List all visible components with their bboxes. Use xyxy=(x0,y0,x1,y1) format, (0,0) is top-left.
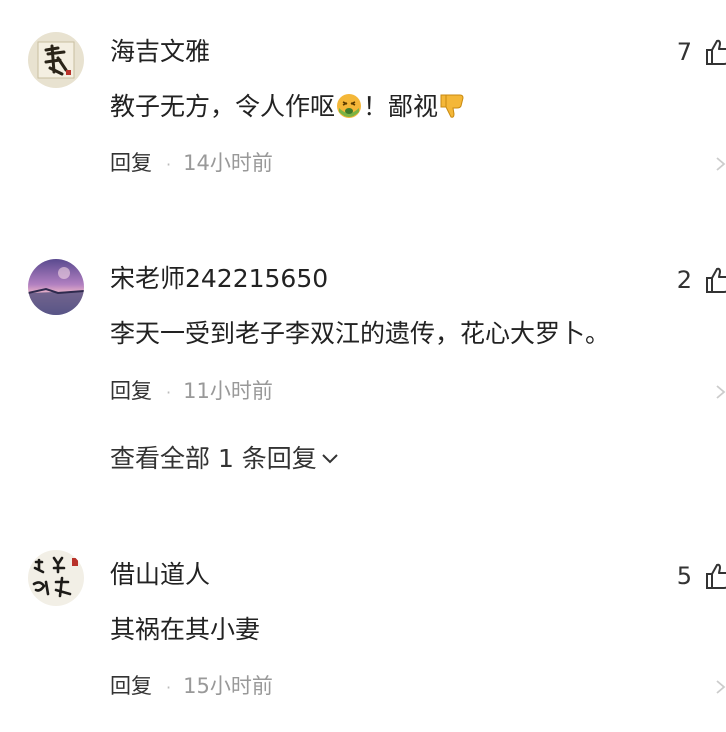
thumbs-up-icon[interactable] xyxy=(704,266,726,294)
comment-text: 李天一受到老子李双江的遗传，花心大罗卜。 xyxy=(110,319,611,348)
chevron-right-icon[interactable] xyxy=(716,382,726,402)
reply-button[interactable]: 回复 xyxy=(110,151,152,175)
like-count: 2 xyxy=(676,266,692,294)
avatar[interactable] xyxy=(28,32,84,88)
username[interactable]: 借山道人 xyxy=(110,560,210,590)
separator-dot: · xyxy=(166,155,172,174)
view-all-replies-label: 查看全部 1 条回复 xyxy=(110,444,317,473)
username[interactable]: 海吉文雅 xyxy=(110,37,210,67)
thumbs-up-icon[interactable] xyxy=(704,38,726,66)
thumbs-up-icon[interactable] xyxy=(704,562,726,590)
avatar[interactable] xyxy=(28,259,84,315)
reply-button[interactable]: 回复 xyxy=(110,379,152,403)
comment-text-part1: 教子无方，令人作呕 xyxy=(110,92,336,121)
username[interactable]: 宋老师242215650 xyxy=(110,264,328,294)
chevron-down-icon xyxy=(322,454,338,464)
timestamp: 14小时前 xyxy=(183,151,273,175)
comment-text-part2: ！鄙视 xyxy=(363,92,439,121)
like-count: 5 xyxy=(676,562,692,590)
comment-item: 海吉文雅 7 教子无方，令人作呕 ！鄙视 回复 · 14小时前 xyxy=(0,0,726,200)
comment-text: 其祸在其小妻 xyxy=(110,615,261,644)
comment-meta: 回复 · 15小时前 xyxy=(110,673,273,701)
comment-meta: 回复 · 11小时前 xyxy=(110,378,273,406)
comment-item: 宋老师242215650 2 李天一受到老子李双江的遗传，花心大罗卜。 回复 · 1… xyxy=(0,228,726,508)
comment-list: 海吉文雅 7 教子无方，令人作呕 ！鄙视 回复 · 14小时前 宋老师24221… xyxy=(0,0,726,732)
avatar[interactable] xyxy=(28,550,84,606)
comment-meta: 回复 · 14小时前 xyxy=(110,150,273,178)
separator-dot: · xyxy=(166,678,172,697)
like-count: 7 xyxy=(676,38,692,66)
comment-item: 借山道人 5 其祸在其小妻 回复 · 15小时前 xyxy=(0,520,726,732)
thumbs-down-emoji-icon xyxy=(438,92,466,120)
chevron-right-icon[interactable] xyxy=(716,154,726,174)
separator-dot: · xyxy=(166,383,172,402)
reply-button[interactable]: 回复 xyxy=(110,674,152,698)
comment-text: 教子无方，令人作呕 ！鄙视 xyxy=(110,91,466,123)
view-all-replies-button[interactable]: 查看全部 1 条回复 xyxy=(110,444,339,474)
timestamp: 11小时前 xyxy=(183,379,273,403)
nauseated-face-emoji-icon xyxy=(335,92,363,120)
chevron-right-icon[interactable] xyxy=(716,677,726,697)
timestamp: 15小时前 xyxy=(183,674,273,698)
